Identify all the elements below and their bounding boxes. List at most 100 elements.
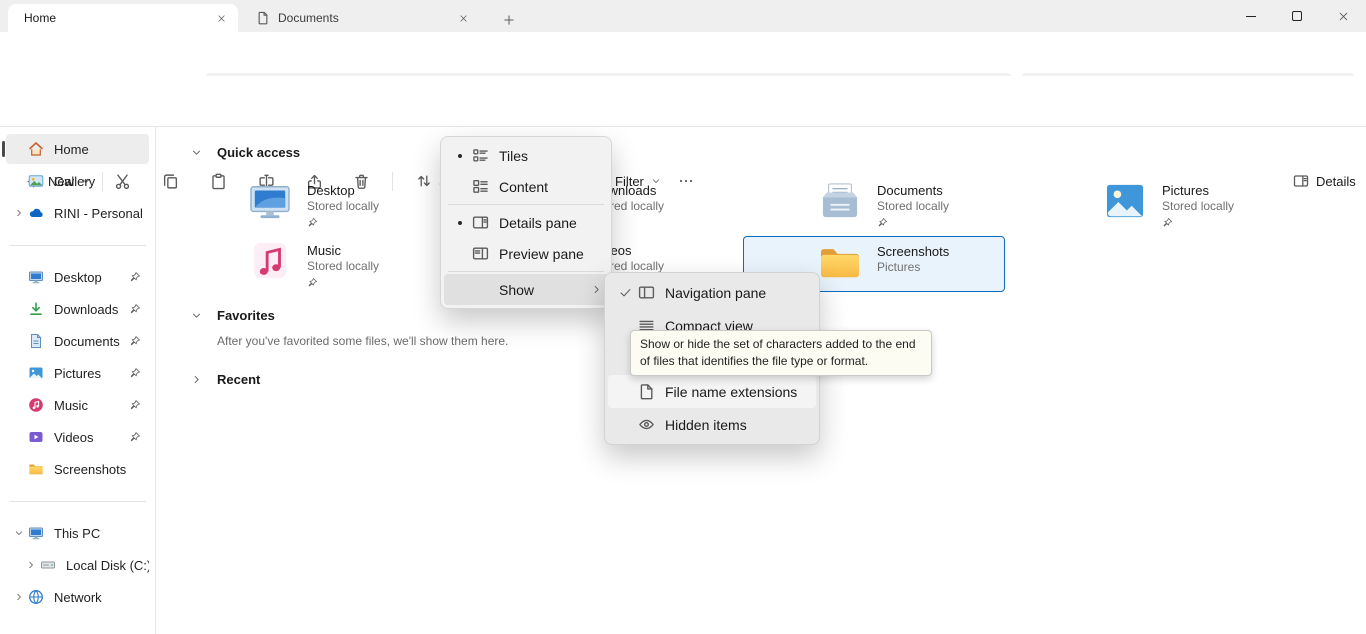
pin-icon	[1162, 217, 1173, 228]
onedrive-icon	[28, 205, 44, 221]
close-icon	[1338, 11, 1349, 22]
pictures-icon	[1102, 182, 1148, 220]
sidebar-item-label: Home	[54, 142, 89, 157]
more-icon	[678, 173, 694, 189]
recent-expand-chevron[interactable]	[188, 371, 204, 387]
plus-icon	[503, 14, 515, 26]
collapse-chevron-icon[interactable]	[10, 528, 28, 538]
expand-chevron-icon[interactable]	[10, 208, 28, 218]
recent-header[interactable]: Recent	[217, 372, 260, 387]
tooltip: Show or hide the set of characters added…	[630, 330, 932, 376]
menu-separator	[448, 271, 604, 272]
tile-screenshots[interactable]: Screenshots Pictures	[817, 243, 949, 281]
paste-icon	[210, 173, 227, 190]
sidebar-item-screenshots[interactable]: Screenshots	[6, 454, 149, 484]
tile-music[interactable]: Music Stored locally	[247, 242, 379, 288]
sidebar-item-label: Gallery	[54, 174, 95, 189]
minimize-button[interactable]	[1228, 0, 1274, 32]
tab-close-icon[interactable]	[212, 9, 230, 27]
tile-subtitle: Pictures	[877, 260, 949, 275]
menu-item-navigation-pane[interactable]: Navigation pane	[608, 276, 816, 309]
home-icon	[28, 141, 44, 157]
favorites-header[interactable]: Favorites	[217, 308, 275, 323]
local-disk-icon	[40, 557, 56, 573]
sidebar-item-local-disk[interactable]: Local Disk (C:)	[6, 550, 149, 580]
downloads-icon	[28, 301, 44, 317]
menu-item-content[interactable]: Content	[444, 171, 608, 202]
eye-icon	[638, 416, 655, 433]
menu-item-preview-pane[interactable]: Preview pane	[444, 238, 608, 269]
favorites-empty-text: After you've favorited some files, we'll…	[217, 334, 508, 348]
pictures-icon	[28, 365, 44, 381]
sidebar-item-downloads[interactable]: Downloads	[6, 294, 149, 324]
menu-item-show[interactable]: Show	[444, 274, 608, 305]
check-icon	[619, 286, 632, 299]
this-pc-icon	[28, 525, 44, 541]
sidebar-item-documents[interactable]: Documents	[6, 326, 149, 356]
sidebar-item-label: RINI - Personal	[54, 206, 143, 221]
menu-item-details-pane[interactable]: Details pane	[444, 207, 608, 238]
documents-icon	[817, 182, 863, 220]
menu-item-label: Tiles	[499, 148, 528, 164]
tile-documents[interactable]: Documents Stored locally	[817, 182, 949, 228]
network-icon	[28, 589, 44, 605]
paste-button[interactable]	[202, 165, 234, 197]
sidebar-item-label: Desktop	[54, 270, 102, 285]
selection-indicator	[2, 141, 5, 157]
tab-home[interactable]: Home	[8, 4, 238, 32]
pin-icon	[129, 399, 141, 411]
radio-selected-dot	[452, 154, 468, 158]
details-pane-icon	[1293, 173, 1309, 189]
pin-icon	[129, 431, 141, 443]
pin-icon	[129, 271, 141, 283]
desktop-icon	[28, 269, 44, 285]
expand-chevron-icon[interactable]	[10, 592, 28, 602]
menu-item-tiles[interactable]: Tiles	[444, 140, 608, 171]
tile-name: Documents	[877, 183, 949, 199]
tab-close-icon[interactable]	[454, 9, 472, 27]
sidebar-item-onedrive[interactable]: RINI - Personal	[6, 198, 149, 228]
tile-name: Desktop	[307, 183, 379, 199]
menu-item-label: Hidden items	[665, 417, 747, 433]
more-options-button[interactable]	[668, 165, 704, 197]
menu-item-hidden-items[interactable]: Hidden items	[608, 408, 816, 441]
tab-documents[interactable]: Documents	[244, 4, 480, 32]
sidebar-item-network[interactable]: Network	[6, 582, 149, 612]
menu-separator	[448, 204, 604, 205]
music-icon	[28, 397, 44, 413]
sidebar-item-gallery[interactable]: Gallery	[6, 166, 149, 196]
tab-documents-label: Documents	[278, 11, 454, 25]
sidebar-item-pictures[interactable]: Pictures	[6, 358, 149, 388]
document-icon	[256, 11, 270, 25]
menu-item-label: Details pane	[499, 215, 577, 231]
tile-subtitle: Stored locally	[1162, 199, 1234, 214]
radio-selected-dot	[452, 221, 468, 225]
view-dropdown-menu: Tiles Content Details pane Preview pane …	[440, 136, 612, 309]
quick-access-header[interactable]: Quick access	[217, 145, 300, 160]
videos-icon	[28, 429, 44, 445]
pin-icon	[129, 303, 141, 315]
details-button[interactable]: Details	[1283, 165, 1366, 197]
pin-icon	[307, 277, 318, 288]
title-bar: Home Documents	[0, 0, 1366, 32]
menu-item-file-name-extensions[interactable]: File name extensions	[608, 375, 816, 408]
sidebar-item-this-pc[interactable]: This PC	[6, 518, 149, 548]
quick-access-collapse-chevron[interactable]	[188, 144, 204, 160]
sidebar-item-music[interactable]: Music	[6, 390, 149, 420]
gallery-icon	[28, 173, 44, 189]
favorites-collapse-chevron[interactable]	[188, 307, 204, 323]
pin-icon	[129, 335, 141, 347]
copy-button[interactable]	[154, 165, 186, 197]
maximize-button[interactable]	[1274, 0, 1320, 32]
navigation-bar: Home	[0, 32, 1366, 76]
close-button[interactable]	[1320, 0, 1366, 32]
music-icon	[247, 242, 293, 280]
sidebar-item-videos[interactable]: Videos	[6, 422, 149, 452]
sidebar-item-home[interactable]: Home	[6, 134, 149, 164]
sort-icon	[416, 173, 432, 189]
expand-chevron-icon[interactable]	[22, 560, 40, 570]
tile-desktop[interactable]: Desktop Stored locally	[247, 182, 379, 228]
sidebar-item-desktop[interactable]: Desktop	[6, 262, 149, 292]
new-tab-button[interactable]	[498, 9, 520, 31]
tile-pictures[interactable]: Pictures Stored locally	[1102, 182, 1234, 228]
